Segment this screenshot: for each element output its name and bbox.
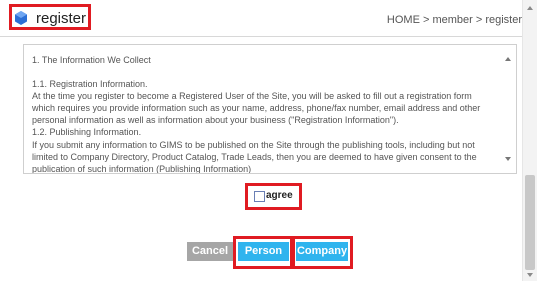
terms-line: 1.2. Publishing Information. — [32, 127, 142, 138]
cancel-button[interactable]: Cancel — [187, 242, 233, 261]
terms-line: At the time you register to become a Reg… — [32, 91, 472, 102]
breadcrumb: HOME > member > register — [386, 14, 522, 26]
agree-checkbox[interactable] — [254, 191, 265, 202]
page-scroll-up-icon[interactable] — [527, 6, 533, 10]
terms-line: If you submit any information to GIMS to… — [32, 139, 475, 150]
register-page: register HOME > member > register 1. The… — [0, 0, 537, 281]
terms-text: 1. The Information We Collect 1.1. Regis… — [32, 54, 498, 174]
terms-gap — [32, 66, 498, 78]
page-scroll-thumb[interactable] — [525, 175, 535, 270]
scroll-down-arrow-icon[interactable] — [505, 157, 511, 161]
terms-scrollbar[interactable] — [501, 45, 516, 173]
terms-line: limited to Company Directory, Product Ca… — [32, 151, 477, 162]
terms-line: which requires you provide information s… — [32, 103, 481, 114]
page-scrollbar[interactable] — [522, 0, 537, 281]
agree-label: agree — [266, 190, 293, 201]
title-highlight-box — [9, 4, 91, 30]
person-highlight-box — [233, 236, 293, 269]
terms-line: personal information as well as informat… — [32, 115, 399, 126]
page-scroll-down-icon[interactable] — [527, 273, 533, 277]
scroll-up-arrow-icon[interactable] — [505, 57, 511, 61]
page-header: register HOME > member > register — [0, 0, 522, 37]
terms-line: publication of such information (Publish… — [32, 163, 252, 174]
terms-line: 1. The Information We Collect — [32, 55, 151, 65]
company-highlight-box — [292, 236, 353, 269]
terms-line: 1.1. Registration Information. — [32, 79, 148, 90]
terms-box[interactable]: 1. The Information We Collect 1.1. Regis… — [23, 44, 517, 174]
